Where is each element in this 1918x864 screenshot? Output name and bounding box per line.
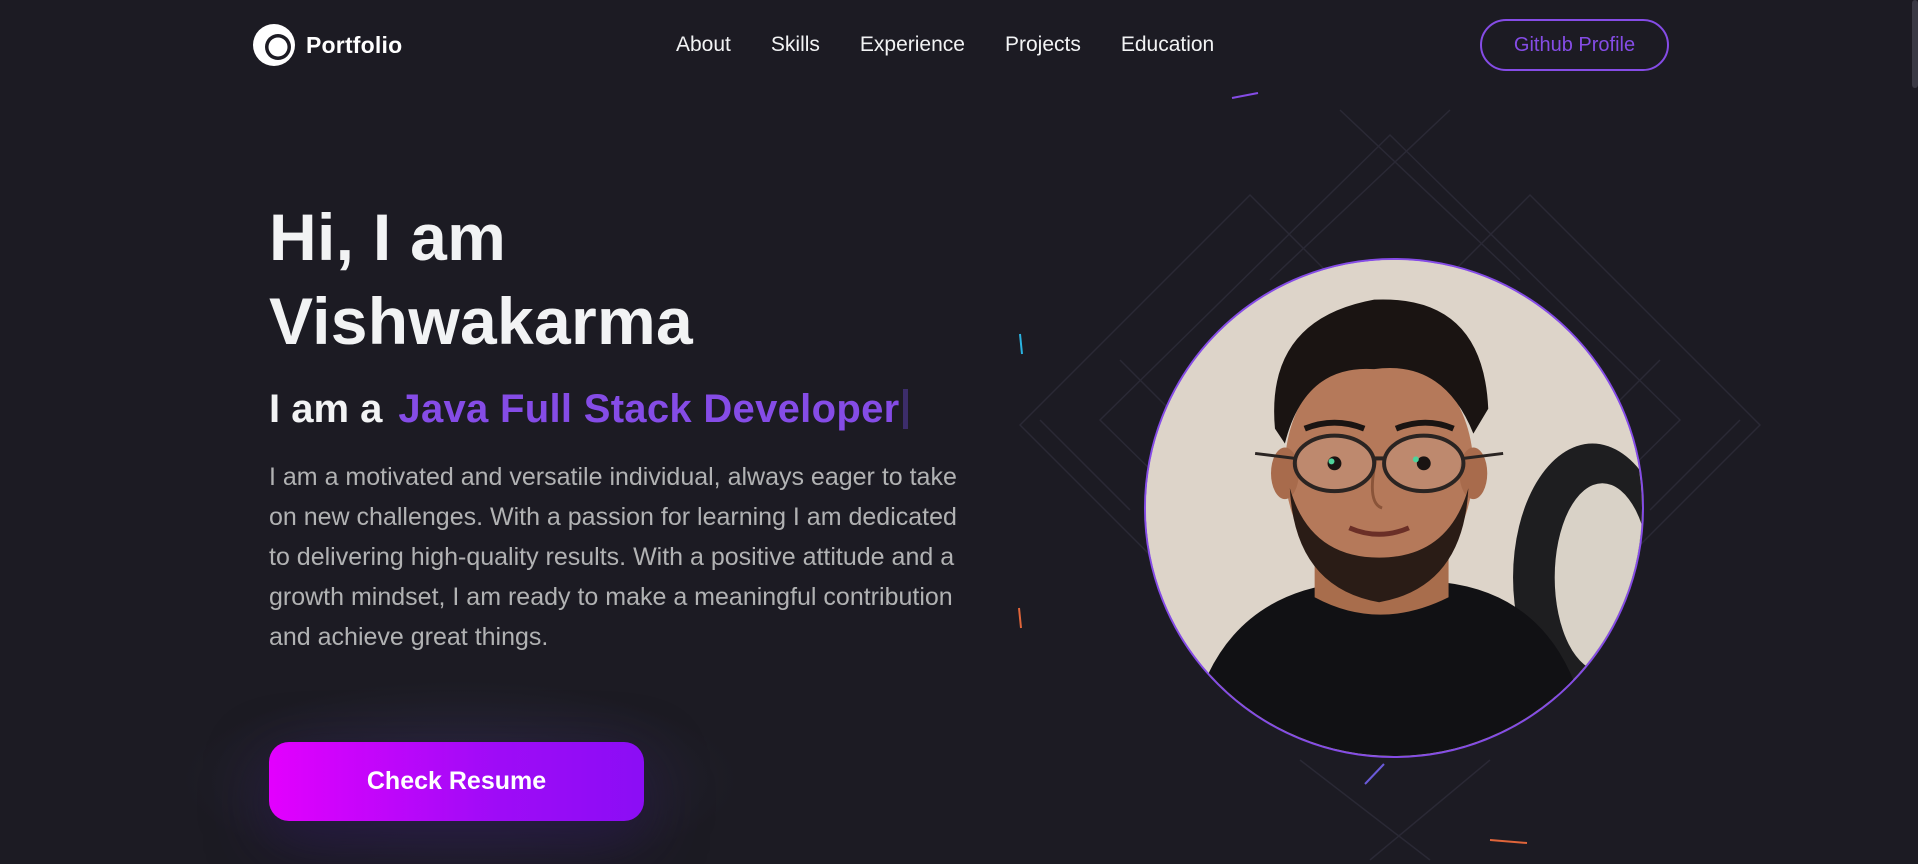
role-prefix: I am a (269, 386, 383, 431)
nav-link-projects[interactable]: Projects (1005, 33, 1081, 57)
streak (1364, 763, 1385, 785)
hero-text: Hi, I am Vishwakarma I am a Java Full St… (269, 195, 989, 657)
navbar: Portfolio About Skills Experience Projec… (0, 0, 1918, 90)
nav-link-skills[interactable]: Skills (771, 33, 820, 57)
nav-link-about[interactable]: About (676, 33, 731, 57)
hero-description: I am a motivated and versatile individua… (269, 463, 957, 651)
nav-link-education[interactable]: Education (1121, 33, 1214, 57)
role-line: I am a Java Full Stack Developer (269, 385, 989, 433)
profile-avatar (1144, 258, 1644, 758)
streak (1231, 92, 1259, 99)
github-profile-button[interactable]: Github Profile (1480, 19, 1669, 71)
streak (1018, 607, 1022, 629)
logo[interactable]: Portfolio (252, 24, 402, 66)
typing-cursor (903, 389, 909, 429)
nav-link-experience[interactable]: Experience (860, 33, 965, 57)
role-value: Java Full Stack Developer (398, 386, 900, 431)
hero-title: Hi, I am Vishwakarma (269, 195, 989, 363)
profile-photo (1146, 260, 1642, 756)
scrollbar-thumb[interactable] (1912, 0, 1918, 88)
hero-title-line2: Vishwakarma (269, 284, 694, 358)
nav-links: About Skills Experience Projects Educati… (676, 30, 1214, 60)
check-resume-button[interactable]: Check Resume (269, 742, 644, 821)
streak (1489, 839, 1528, 844)
crescent-circle-icon (253, 24, 295, 66)
hero-title-line1: Hi, I am (269, 200, 507, 274)
scrollbar[interactable] (1912, 0, 1918, 864)
streak (1019, 333, 1023, 355)
hero-page: Portfolio About Skills Experience Projec… (0, 0, 1918, 864)
logo-text: Portfolio (306, 31, 403, 58)
